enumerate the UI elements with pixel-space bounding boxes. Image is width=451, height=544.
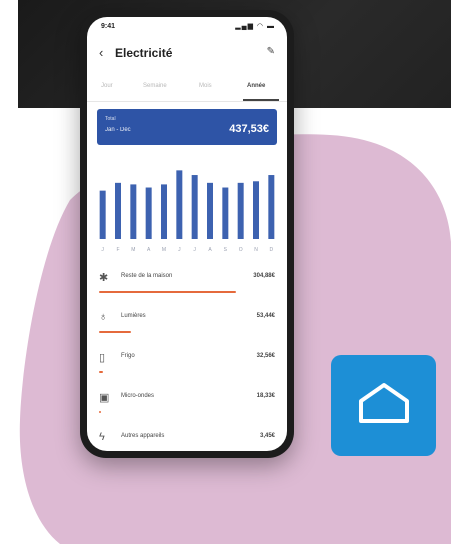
chart-tick-label: M	[131, 247, 135, 253]
device-share-bar	[99, 371, 103, 373]
tab-month[interactable]: Mois	[199, 83, 212, 89]
chart-tick-label: D	[270, 247, 274, 253]
device-row[interactable]: ✱ Reste de la maison 304,88€	[87, 265, 287, 305]
microwave-icon: ▣	[99, 392, 110, 404]
summary-period: Jan - Déc	[105, 127, 131, 133]
tab-year[interactable]: Année	[247, 83, 265, 89]
device-share-bar	[99, 291, 237, 293]
chart-tick-label: J	[101, 247, 104, 253]
chart-bar[interactable]	[145, 187, 152, 239]
device-name: Micro-ondes	[121, 393, 155, 399]
chart-tick-label: M	[162, 247, 166, 253]
chart-bar[interactable]	[253, 181, 259, 239]
lightbulb-icon: ♁	[99, 311, 108, 323]
chart-bar[interactable]	[99, 190, 106, 239]
device-name: Frigo	[121, 353, 135, 359]
device-row[interactable]: ♁ Lumières 53,44€	[87, 305, 287, 345]
chart-bar[interactable]	[268, 175, 275, 239]
device-row[interactable]: ▯ Frigo 32,56€	[87, 345, 287, 385]
active-tab-indicator	[243, 99, 279, 101]
device-share-bar	[99, 411, 101, 413]
app-tile[interactable]	[331, 355, 436, 456]
chart-tick-label: J	[178, 247, 181, 253]
chart-bar[interactable]	[115, 182, 121, 239]
chart-tick-label: J	[193, 247, 196, 253]
chart-bar[interactable]	[237, 182, 244, 239]
chart-bar[interactable]	[222, 187, 229, 239]
gear-icon: ✱	[99, 272, 109, 284]
plug-icon: ϟ	[99, 431, 105, 443]
chart-bar[interactable]	[161, 184, 167, 239]
total-summary-card[interactable]: Total Jan - Déc 437,53€	[97, 109, 277, 145]
chart-bar[interactable]	[176, 170, 183, 239]
status-bar: 9:41 ▂▄▆ ◠ ▬	[87, 17, 287, 35]
device-cost: 3,45€	[259, 433, 275, 439]
status-time: 9:41	[101, 23, 116, 30]
chart-tick-label: N	[254, 247, 258, 253]
signal-wifi-battery-icon: ▂▄▆ ◠ ▬	[235, 23, 275, 30]
phone-mockup: 9:41 ▂▄▆ ◠ ▬ ‹ Electricité ✎ Jour Semain…	[80, 10, 294, 458]
period-tabs: Jour Semaine Mois Année	[87, 75, 287, 102]
back-chevron-icon[interactable]: ‹	[99, 45, 103, 60]
device-name: Reste de la maison	[121, 273, 173, 279]
device-cost: 32,56€	[256, 353, 275, 359]
summary-label: Total	[105, 116, 116, 122]
chart-tick-label: S	[224, 247, 228, 253]
device-row[interactable]: ▣ Micro-ondes 18,33€	[87, 385, 287, 425]
device-cost: 53,44€	[256, 313, 275, 319]
fridge-icon: ▯	[99, 352, 106, 364]
chart-tick-label: O	[239, 247, 243, 253]
chart-tick-label: A	[147, 247, 151, 253]
page-title: Electricité	[115, 46, 173, 60]
consumption-bar-chart: JFMAMJJASOND	[99, 170, 275, 253]
chart-bar[interactable]	[207, 182, 213, 239]
header: ‹ Electricité ✎	[87, 39, 287, 67]
device-cost: 18,33€	[256, 393, 275, 399]
chart-tick-label: F	[116, 247, 119, 253]
device-cost: 304,88€	[253, 273, 275, 279]
chart-bar[interactable]	[130, 184, 137, 239]
device-share-bar	[99, 331, 131, 333]
device-row[interactable]: ϟ Autres appareils 3,45€	[87, 425, 287, 451]
phone-screen: 9:41 ▂▄▆ ◠ ▬ ‹ Electricité ✎ Jour Semain…	[87, 17, 287, 451]
device-name: Autres appareils	[121, 433, 165, 439]
chart-tick-label: A	[208, 247, 212, 253]
home-icon	[359, 383, 409, 423]
device-name: Lumières	[121, 313, 146, 319]
tab-day[interactable]: Jour	[101, 83, 113, 89]
edit-pencil-icon[interactable]: ✎	[267, 46, 275, 57]
tab-week[interactable]: Semaine	[143, 83, 167, 89]
chart-bar[interactable]	[191, 175, 198, 239]
summary-total: 437,53€	[229, 123, 269, 135]
